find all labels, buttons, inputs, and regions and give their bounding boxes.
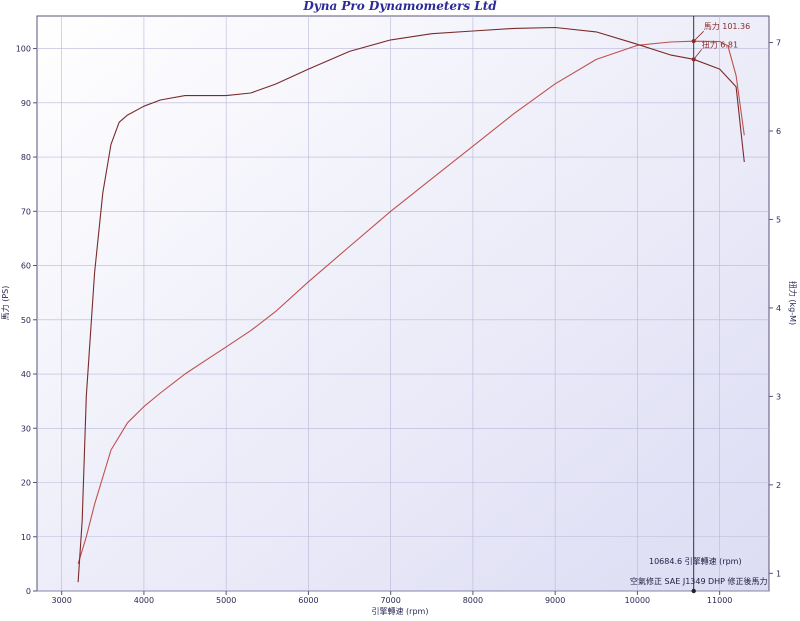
y-right-tick-label: 2 [776, 481, 781, 490]
y-right-tick-label: 6 [776, 127, 781, 136]
correction-label: 空氣修正 SAE J1349 [630, 576, 706, 586]
torque-cursor-label: 扭力 6.81 [702, 39, 738, 49]
x-tick-label: 5000 [216, 596, 236, 605]
chart-title: Dyna Pro Dynamometers Ltd [302, 0, 497, 13]
x-tick-label: 11000 [707, 596, 732, 605]
y-left-tick-label: 40 [21, 370, 31, 379]
y-left-tick-label: 10 [21, 533, 31, 542]
y-left-tick-label: 80 [21, 153, 31, 162]
cursor-rpm-readout: 10684.6 引擎轉速 (rpm) [649, 556, 742, 566]
dyno-chart: 3000 4000 5000 6000 7000 8000 9000 10000 11000 0 1… [0, 0, 798, 616]
y-left-tick-label: 100 [16, 45, 31, 54]
x-tick-label: 8000 [463, 596, 483, 605]
x-tick-label: 6000 [298, 596, 318, 605]
x-tick-label: 9000 [545, 596, 565, 605]
y-left-tick-label: 30 [21, 424, 31, 433]
hp-cursor-label: 馬力 101.36 [704, 21, 751, 31]
cursor-marker [691, 588, 696, 594]
y-right-axis-label: 扭力 (kg-M) [788, 281, 798, 325]
y-left-tick-label: 60 [21, 262, 31, 271]
y-left-tick-label: 0 [26, 587, 31, 596]
x-tick-label: 10000 [625, 596, 650, 605]
y-right-tick-label: 1 [776, 569, 781, 578]
x-tick-label: 3000 [51, 596, 71, 605]
plot-area [36, 15, 770, 592]
y-right-tick-label: 5 [776, 215, 781, 224]
y-right-tick-label: 3 [776, 392, 781, 401]
y-left-tick-label: 70 [21, 207, 31, 216]
x-axis-label: 引擎轉速 (rpm) [372, 606, 429, 616]
y-right-tick-label: 7 [776, 39, 781, 48]
x-tick-label: 4000 [134, 596, 154, 605]
x-tick-label: 7000 [380, 596, 400, 605]
mode-label: DHP 修正後馬力 [708, 576, 768, 586]
y-right-tick-label: 4 [776, 304, 781, 313]
y-left-tick-label: 90 [21, 99, 31, 108]
y-left-tick-label: 50 [21, 316, 31, 325]
y-left-tick-label: 20 [21, 479, 31, 488]
y-left-axis-label: 馬力 (PS) [0, 286, 10, 321]
